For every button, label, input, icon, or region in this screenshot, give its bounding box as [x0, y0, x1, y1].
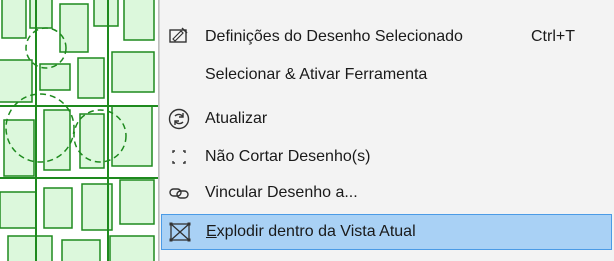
menu-edge	[159, 0, 160, 261]
menu-item-accelerator: E	[206, 223, 217, 240]
menu-item-label-rest: xplodir dentro da Vista Atual	[216, 223, 416, 240]
menu-item-update[interactable]: Atualizar	[161, 102, 612, 136]
explode-icon	[166, 219, 194, 245]
menu-item-drawing-settings[interactable]: Definições do Desenho Selecionado Ctrl+T	[161, 20, 612, 54]
refresh-icon	[165, 106, 193, 132]
link-icon	[165, 180, 193, 206]
menu-item-label: Vincular Desenho a...	[205, 184, 358, 201]
menu-item-label: Não Cortar Desenho(s)	[205, 148, 371, 165]
menu-item-explode-into-current-view[interactable]: Explodir dentro da Vista Atual	[161, 214, 612, 250]
menu-item-label: Definições do Desenho Selecionado	[205, 28, 463, 45]
menu-item-shortcut: Ctrl+T	[531, 28, 575, 45]
site-plan-drawing	[0, 0, 160, 261]
menu-item-link-drawing[interactable]: Vincular Desenho a...	[161, 176, 612, 210]
menu-item-label: Explodir dentro da Vista Atual	[206, 223, 416, 241]
menu-item-label: Atualizar	[205, 110, 268, 127]
menu-item-select-activate-tool[interactable]: Selecionar & Ativar Ferramenta	[161, 58, 612, 92]
context-menu: Definições do Desenho Selecionado Ctrl+T…	[158, 0, 614, 261]
drawing-canvas[interactable]	[0, 0, 160, 261]
menu-item-uncrop-drawing[interactable]: Não Cortar Desenho(s)	[161, 140, 612, 174]
menu-item-label: Selecionar & Ativar Ferramenta	[205, 66, 428, 83]
crop-corners-icon	[165, 144, 193, 170]
drawing-settings-icon	[165, 24, 193, 50]
